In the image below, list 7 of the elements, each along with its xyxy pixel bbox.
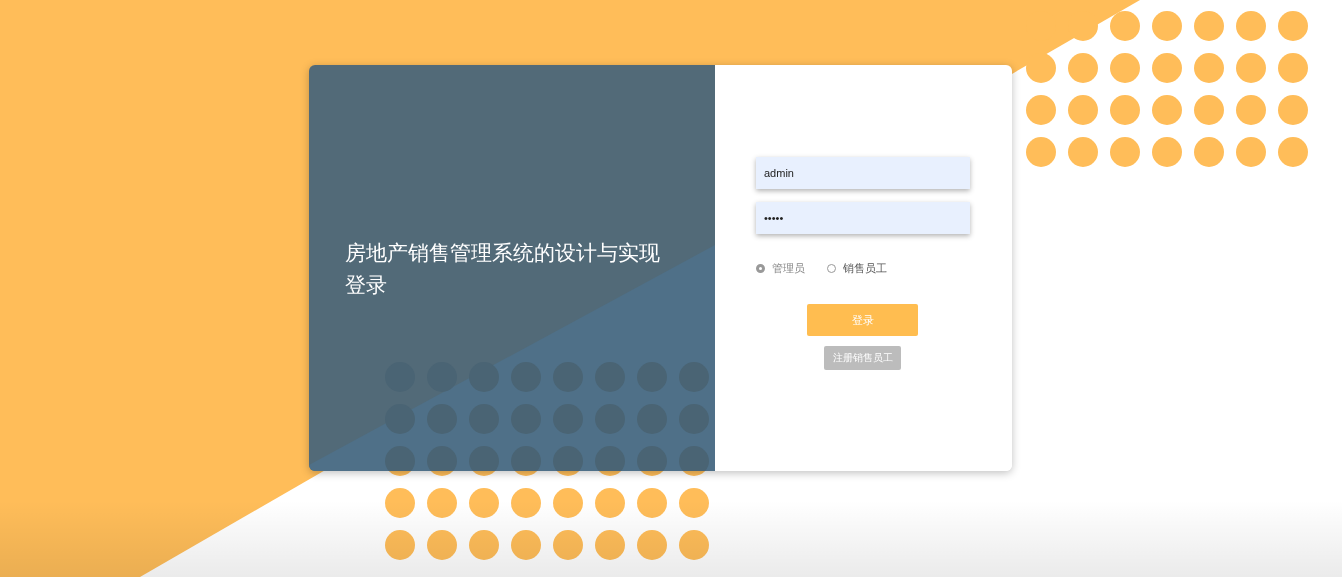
system-title: 房地产销售管理系统的设计与实现登录 xyxy=(345,240,661,299)
password-field[interactable]: ••••• xyxy=(756,202,970,234)
radio-button[interactable] xyxy=(756,264,765,273)
radio-button[interactable] xyxy=(827,264,836,273)
role-label: 管理员 xyxy=(772,261,805,276)
role-label: 销售员工 xyxy=(843,261,887,276)
username-field[interactable]: admin xyxy=(756,157,970,189)
